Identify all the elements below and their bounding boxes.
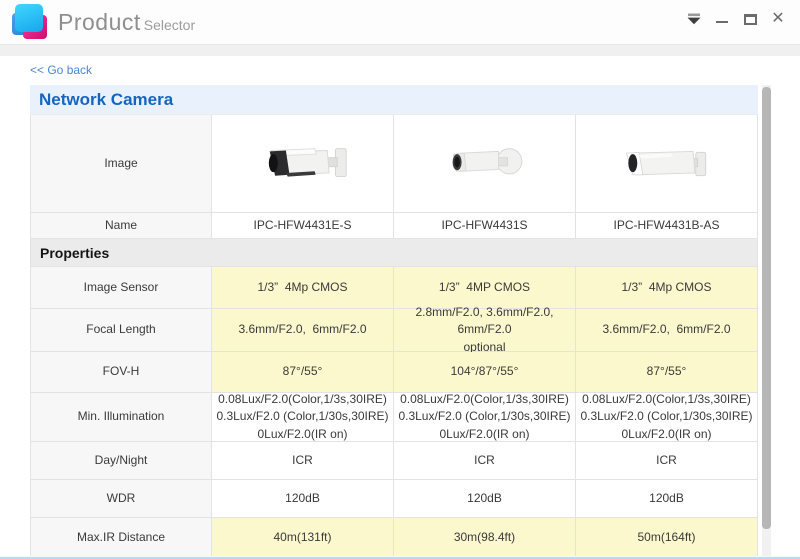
focal-length-value-2: 2.8mm/F2.0, 3.6mm/F2.0, 6mm/F2.0 optiona… [394, 309, 576, 352]
row-label-wdr: WDR [30, 480, 212, 518]
focal-length-value-3: 3.6mm/F2.0, 6mm/F2.0 [576, 309, 758, 352]
table-row-max-ir-distance: Max.IR Distance 40m(131ft) 30m(98.4ft) 5… [30, 518, 758, 557]
titlebar: ProductSelector ✕ [0, 0, 800, 44]
row-label-image-sensor: Image Sensor [30, 267, 212, 309]
fov-h-value-2: 104°/87°/55° [394, 352, 576, 393]
table-row-focal-length: Focal Length 3.6mm/F2.0, 6mm/F2.0 2.8mm/… [30, 309, 758, 352]
day-night-value-2: ICR [394, 442, 576, 480]
max-ir-distance-value-2: 30m(98.4ft) [394, 518, 576, 557]
min-illumination-value-1: 0.08Lux/F2.0(Color,1/3s,30IRE) 0.3Lux/F2… [212, 393, 394, 442]
scrollbar-thumb[interactable] [762, 87, 771, 529]
titlebar-separator [0, 44, 800, 56]
logo-cyan-square [15, 4, 43, 32]
table-row-fov-h: FOV-H 87°/55° 104°/87°/55° 87°/55° [30, 352, 758, 393]
image-sensor-value-1: 1/3” 4Mp CMOS [212, 267, 394, 309]
focal-length-value-1: 3.6mm/F2.0, 6mm/F2.0 [212, 309, 394, 352]
max-ir-distance-value-3: 50m(164ft) [576, 518, 758, 557]
min-illumination-value-2: 0.08Lux/F2.0(Color,1/3s,30IRE) 0.3Lux/F2… [394, 393, 576, 442]
table-row-min-illumination: Min. Illumination 0.08Lux/F2.0(Color,1/3… [30, 393, 758, 442]
row-label-max-ir-distance: Max.IR Distance [30, 518, 212, 557]
row-label-name: Name [30, 213, 212, 239]
product-name-1: IPC-HFW4431E-S [212, 213, 394, 239]
go-back-link[interactable]: << Go back [30, 63, 92, 77]
window-controls: ✕ [684, 9, 788, 29]
app-title: ProductSelector [58, 9, 195, 36]
close-button[interactable]: ✕ [768, 9, 788, 29]
row-label-day-night: Day/Night [30, 442, 212, 480]
day-night-value-3: ICR [576, 442, 758, 480]
maximize-icon [744, 14, 757, 25]
image-sensor-value-3: 1/3” 4Mp CMOS [576, 267, 758, 309]
app-title-secondary: Selector [144, 17, 195, 33]
table-row-image-sensor: Image Sensor 1/3” 4Mp CMOS 1/3” 4MP CMOS… [30, 267, 758, 309]
table-row-day-night: Day/Night ICR ICR ICR [30, 442, 758, 480]
table-row-wdr: WDR 120dB 120dB 120dB [30, 480, 758, 518]
minimize-button[interactable] [712, 9, 732, 29]
image-sensor-value-2: 1/3” 4MP CMOS [394, 267, 576, 309]
minimize-icon [716, 21, 728, 23]
row-label-image: Image [30, 115, 212, 213]
wdr-value-1: 120dB [212, 480, 394, 518]
wdr-value-2: 120dB [394, 480, 576, 518]
row-label-min-illumination: Min. Illumination [30, 393, 212, 442]
comparison-table: Image [30, 114, 758, 557]
menu-arrow-icon[interactable] [684, 9, 704, 29]
product-image-3 [576, 115, 758, 213]
properties-section-header: Properties [30, 239, 758, 267]
fov-h-value-3: 87°/55° [576, 352, 758, 393]
table-row-image: Image [30, 115, 758, 213]
maximize-button[interactable] [740, 9, 760, 29]
product-name-3: IPC-HFW4431B-AS [576, 213, 758, 239]
product-name-2: IPC-HFW4431S [394, 213, 576, 239]
app-logo-icon [12, 4, 50, 42]
row-label-focal-length: Focal Length [30, 309, 212, 352]
product-image-2 [394, 115, 576, 213]
bullet-camera-icon-3 [608, 137, 726, 191]
fov-h-value-1: 87°/55° [212, 352, 394, 393]
app-title-primary: Product [58, 9, 141, 35]
bullet-camera-icon-1 [244, 137, 362, 191]
close-icon: ✕ [771, 11, 784, 27]
section-title: Network Camera [30, 85, 758, 114]
day-night-value-1: ICR [212, 442, 394, 480]
max-ir-distance-value-1: 40m(131ft) [212, 518, 394, 557]
product-image-1 [212, 115, 394, 213]
row-label-fov-h: FOV-H [30, 352, 212, 393]
bullet-camera-icon-2 [426, 137, 544, 191]
wdr-value-3: 120dB [576, 480, 758, 518]
vertical-scrollbar[interactable] [762, 85, 771, 556]
min-illumination-value-3: 0.08Lux/F2.0(Color,1/3s,30IRE) 0.3Lux/F2… [576, 393, 758, 442]
table-row-name: Name IPC-HFW4431E-S IPC-HFW4431S IPC-HFW… [30, 213, 758, 239]
